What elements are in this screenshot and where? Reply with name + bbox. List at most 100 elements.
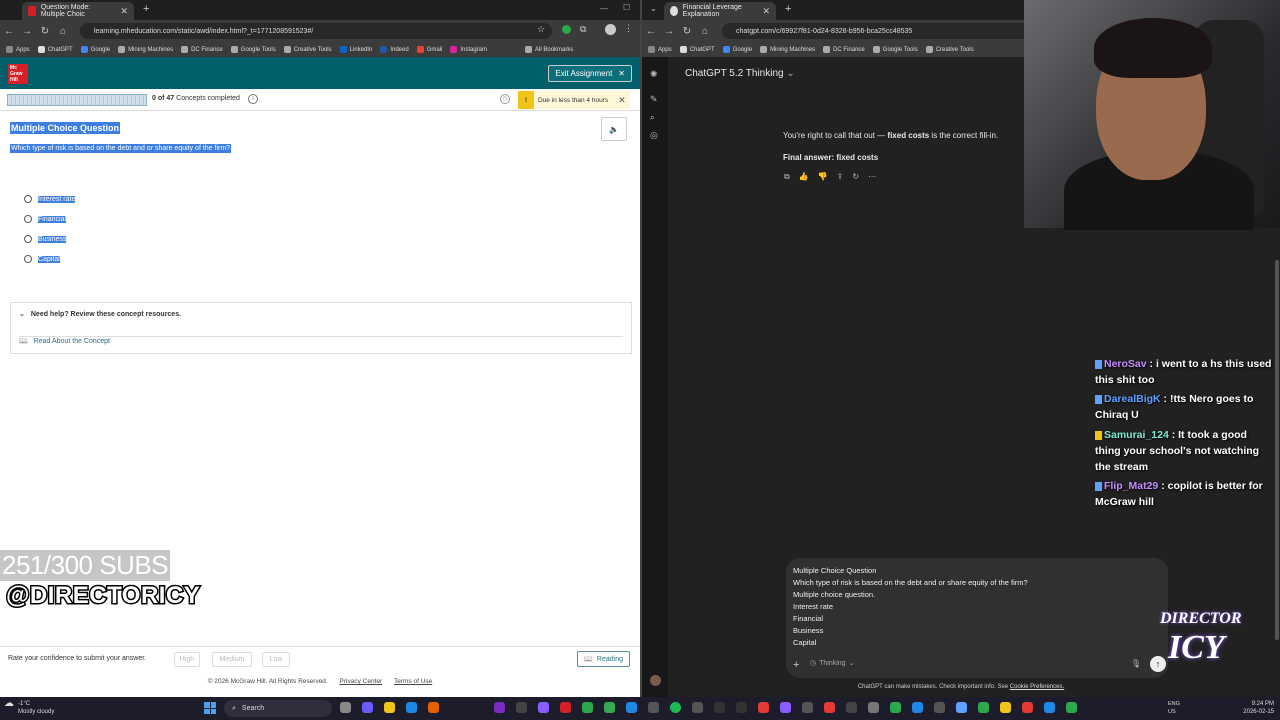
forward-icon[interactable]: → [660, 26, 678, 37]
bookmark-linkedin[interactable]: LinkedIn [339, 46, 372, 53]
app-icon[interactable] [824, 702, 835, 713]
app-icon[interactable] [1022, 702, 1033, 713]
more-icon[interactable]: ⋯ [868, 172, 876, 182]
option-capital[interactable]: Capital [24, 255, 60, 263]
clock[interactable]: 9:24 PM 2026-02-15 [1243, 700, 1274, 716]
reading-button[interactable]: 📖 Reading [577, 651, 630, 667]
app-icon[interactable] [1044, 702, 1055, 713]
attach-icon[interactable]: + [793, 659, 799, 671]
option-financial[interactable]: Financial [24, 215, 67, 223]
app-icon[interactable] [802, 702, 813, 713]
taskbar-search[interactable]: ⌕ Search [224, 700, 332, 717]
app-icon[interactable] [648, 702, 659, 713]
audio-speaker-button[interactable]: 🔈 [601, 117, 627, 141]
bookmark-apps[interactable]: Apps [648, 46, 672, 53]
model-selector[interactable]: ChatGPT 5.2 Thinking ⌄ [685, 68, 795, 79]
language-indicator[interactable]: ENG US [1168, 700, 1180, 716]
bookmark-creative-tools[interactable]: Creative Tools [925, 46, 974, 53]
back-icon[interactable]: ← [642, 26, 660, 37]
app-icon[interactable] [868, 702, 879, 713]
app-icon[interactable] [890, 702, 901, 713]
search-icon[interactable]: ⌕ [650, 112, 660, 122]
option-interest-rate[interactable]: Interest rate [24, 195, 76, 203]
openai-logo-icon[interactable]: ✺ [650, 69, 660, 79]
copilot-icon[interactable] [362, 702, 373, 713]
app-icon[interactable] [846, 702, 857, 713]
microphone-icon[interactable]: 🎙 [1131, 659, 1141, 668]
bookmark-google[interactable]: Google [80, 46, 110, 53]
confidence-low-button[interactable]: Low [262, 652, 290, 667]
app-icon[interactable] [626, 702, 637, 713]
confidence-medium-button[interactable]: Medium [212, 652, 252, 667]
bookmark-gmail[interactable]: Gmail [416, 46, 442, 53]
share-icon[interactable]: ⇪ [837, 172, 844, 182]
firefox-icon[interactable] [428, 702, 439, 713]
library-icon[interactable]: ◎ [650, 130, 660, 140]
thumbs-down-icon[interactable]: 👎 [818, 172, 828, 182]
tab-chatgpt[interactable]: Financial Leverage Explanation ✕ [664, 2, 776, 20]
bookmark-google-tools[interactable]: Google Tools [872, 46, 918, 53]
option-business[interactable]: Business [24, 235, 67, 243]
app-icon[interactable] [560, 702, 571, 713]
confidence-high-button[interactable]: High [174, 652, 200, 667]
edge-icon[interactable] [406, 702, 417, 713]
menu-icon[interactable]: ⋮ [624, 23, 633, 34]
bookmark-mining[interactable]: Mining Machines [760, 46, 815, 53]
app-icon[interactable] [978, 702, 989, 713]
reload-icon[interactable]: ↻ [678, 26, 696, 37]
twitch-icon[interactable] [538, 702, 549, 713]
app-icon[interactable] [714, 702, 725, 713]
radio-button[interactable] [24, 255, 32, 263]
tab-mcgraw[interactable]: Question Mode: Multiple Choic ✕ [22, 2, 134, 20]
new-chat-icon[interactable]: ✎ [650, 94, 660, 104]
reload-icon[interactable]: ↻ [36, 26, 54, 37]
regenerate-icon[interactable]: ↻ [852, 172, 859, 182]
start-button[interactable] [204, 702, 216, 714]
app-icon[interactable] [780, 702, 791, 713]
bookmark-apps[interactable]: Apps [6, 46, 30, 53]
app-icon[interactable] [1066, 702, 1077, 713]
read-concept-link[interactable]: 📖 Read About the Concept [19, 336, 623, 345]
scrollbar[interactable] [1275, 260, 1279, 640]
home-icon[interactable]: ⌂ [696, 26, 714, 37]
app-icon[interactable] [516, 702, 527, 713]
app-icon[interactable] [912, 702, 923, 713]
thinking-toggle[interactable]: ◷ Thinking ⌄ [810, 659, 854, 668]
new-tab-icon[interactable]: + [785, 3, 791, 15]
maximize-icon[interactable]: ☐ [623, 3, 630, 12]
thumbs-up-icon[interactable]: 👍 [799, 172, 809, 182]
bookmark-dc-finance[interactable]: DC Finance [181, 46, 223, 53]
spotify-icon[interactable] [670, 702, 681, 713]
app-icon[interactable] [736, 702, 747, 713]
file-explorer-icon[interactable] [384, 702, 395, 713]
extension-icon[interactable] [562, 25, 571, 34]
star-icon[interactable]: ☆ [537, 24, 545, 35]
bookmark-creative-tools[interactable]: Creative Tools [283, 46, 332, 53]
bookmark-dc-finance[interactable]: DC Finance [823, 46, 865, 53]
radio-button[interactable] [24, 215, 32, 223]
bookmark-google[interactable]: Google [722, 46, 752, 53]
chrome-icon[interactable] [604, 702, 615, 713]
minimize-icon[interactable]: — [600, 4, 608, 13]
exit-assignment-button[interactable]: Exit Assignment ✕ [548, 65, 632, 82]
new-tab-icon[interactable]: + [143, 3, 149, 15]
copy-icon[interactable]: ⧉ [784, 172, 790, 182]
privacy-link[interactable]: Privacy Center [340, 678, 383, 685]
dismiss-icon[interactable]: ✕ [618, 95, 626, 106]
bookmark-chatgpt[interactable]: ChatGPT [37, 46, 73, 53]
bookmark-mining[interactable]: Mining Machines [118, 46, 173, 53]
message-composer[interactable]: Multiple Choice Question Which type of r… [786, 558, 1168, 678]
bookmark-google-tools[interactable]: Google Tools [230, 46, 276, 53]
radio-button[interactable] [24, 235, 32, 243]
url-field[interactable]: learning.mheducation.com/static/awd/inde… [80, 23, 552, 39]
app-icon[interactable] [934, 702, 945, 713]
puzzle-icon[interactable]: ⧉ [580, 24, 586, 35]
cookie-link[interactable]: Cookie Preferences. [1010, 684, 1064, 690]
terms-link[interactable]: Terms of Use [394, 678, 432, 685]
app-icon[interactable] [956, 702, 967, 713]
app-icon[interactable] [1000, 702, 1011, 713]
bookmark-all[interactable]: All Bookmarks [525, 46, 573, 53]
radio-button[interactable] [24, 195, 32, 203]
bookmark-chatgpt[interactable]: ChatGPT [679, 46, 715, 53]
app-icon[interactable] [692, 702, 703, 713]
